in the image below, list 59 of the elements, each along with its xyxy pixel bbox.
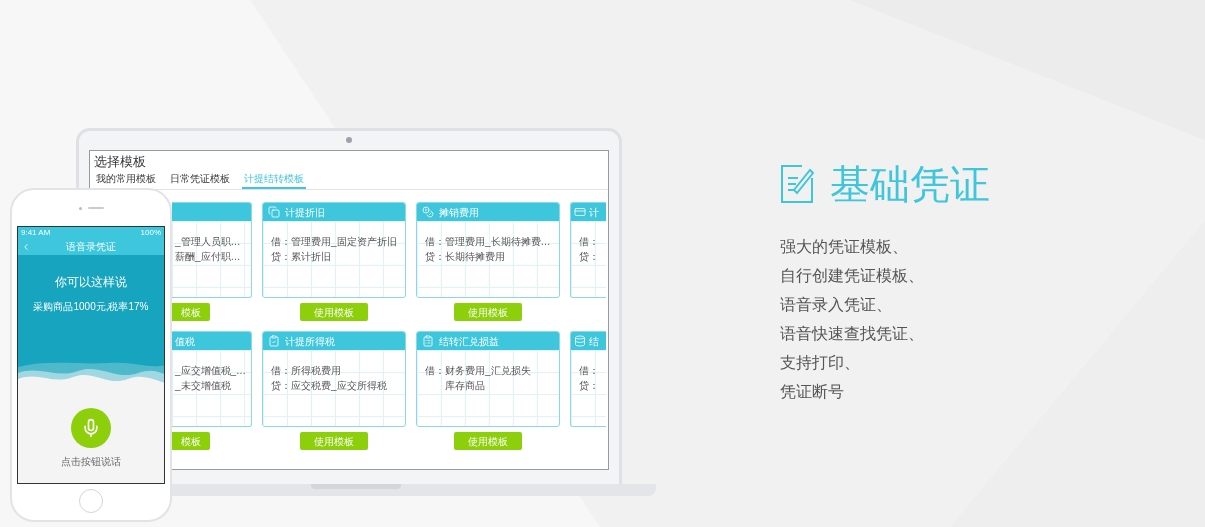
feature-item: 支持打印、 bbox=[780, 353, 860, 373]
microphone-icon bbox=[81, 418, 101, 438]
template-card[interactable]: 计 借： 贷： bbox=[570, 202, 606, 298]
template-tab[interactable]: 日常凭证模板 bbox=[168, 171, 232, 189]
card-title: 计 bbox=[589, 205, 599, 220]
feature-item: 自行创建凭证模板、 bbox=[780, 266, 924, 286]
template-tab[interactable]: 我的常用模板 bbox=[94, 171, 158, 189]
template-card[interactable]: _管理人员职… 薪酬_应付职… bbox=[172, 202, 252, 298]
feature-item: 强大的凭证模板、 bbox=[780, 237, 908, 257]
card-title: 结 bbox=[589, 334, 599, 349]
card-title: 摊销费用 bbox=[439, 205, 479, 220]
clipboard-icon bbox=[422, 335, 434, 347]
camera-icon bbox=[78, 206, 82, 210]
entry-text: 贷：长期待摊费用 bbox=[425, 250, 505, 263]
entry-text: 薪酬_应付职… bbox=[175, 250, 241, 263]
database-icon bbox=[574, 335, 586, 347]
prompt-heading: 你可以这样说 bbox=[55, 274, 127, 291]
copy-icon bbox=[268, 206, 280, 218]
entry-text: 借： bbox=[579, 364, 599, 377]
card-title: 计提所得税 bbox=[285, 334, 335, 349]
example-text: 采购商品1000元,税率17% bbox=[33, 300, 149, 314]
clipboard-check-icon bbox=[268, 335, 280, 347]
entry-text: 借：管理费用_长期待摊费… bbox=[425, 235, 551, 248]
template-card[interactable]: 值税 _应交增值税_… _未交增值税 bbox=[172, 331, 252, 427]
feature-item: 语音录入凭证、 bbox=[780, 295, 892, 315]
entry-text: 贷：累计折旧 bbox=[271, 250, 331, 263]
coins-icon bbox=[422, 206, 434, 218]
feature-item: 语音快速查找凭证、 bbox=[780, 324, 924, 344]
status-time: 9:41 AM bbox=[21, 228, 51, 237]
entry-text: 库存商品 bbox=[444, 379, 485, 392]
entry-text: 借：管理费用_固定资产折旧 bbox=[271, 235, 397, 248]
card-title: 结转汇兑损益 bbox=[439, 334, 499, 349]
entry-text: 借： bbox=[579, 235, 599, 248]
entry-text: _管理人员职… bbox=[175, 235, 241, 248]
card-title: 计提折旧 bbox=[285, 205, 325, 220]
feature-title: 基础凭证 bbox=[830, 161, 990, 208]
card-title: 值税 bbox=[175, 334, 195, 349]
template-card[interactable]: 计提所得税 借：所得税费用 贷：应交税费_应交所得税 bbox=[262, 331, 406, 427]
template-card[interactable]: 结 借： 贷： bbox=[570, 331, 606, 427]
entry-text: 贷： bbox=[579, 379, 599, 392]
dialog-title: 选择模板 bbox=[93, 153, 147, 171]
back-icon[interactable] bbox=[21, 241, 31, 252]
screen-title: 语音录凭证 bbox=[66, 240, 116, 254]
template-card[interactable]: 计提折旧 借：管理费用_固定资产折旧 贷：累计折旧 bbox=[262, 202, 406, 298]
entry-text: _应交增值税_… bbox=[175, 364, 247, 377]
feature-item: 凭证断号 bbox=[780, 382, 844, 402]
card-icon bbox=[574, 206, 586, 218]
template-card[interactable]: 结转汇兑损益 借：财务费用_汇兑损失 库存商品 bbox=[416, 331, 560, 427]
entry-text: 贷： bbox=[579, 250, 599, 263]
battery-level: 100% bbox=[140, 228, 161, 237]
template-card[interactable]: 摊销费用 借：管理费用_长期待摊费… 贷：长期待摊费用 bbox=[416, 202, 560, 298]
entry-text: 借：所得税费用 bbox=[271, 364, 341, 377]
entry-text: 借：财务费用_汇兑损失 bbox=[425, 364, 531, 377]
entry-text: 贷：应交税费_应交所得税 bbox=[271, 379, 387, 392]
edit-icon bbox=[780, 164, 814, 204]
camera-icon bbox=[346, 137, 352, 143]
entry-text: _未交增值税 bbox=[175, 379, 231, 392]
microphone-button[interactable] bbox=[71, 408, 111, 448]
hint-text: 点击按钮说话 bbox=[61, 455, 121, 469]
